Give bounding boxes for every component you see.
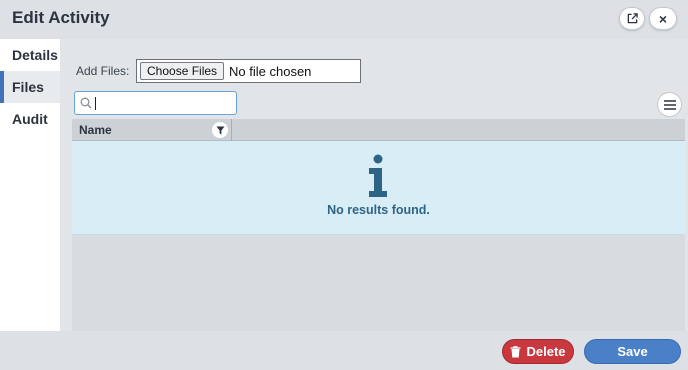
delete-label: Delete [526,344,566,359]
dialog-title: Edit Activity [12,8,110,27]
tab-label: Details [12,47,58,63]
popout-button[interactable] [619,7,645,30]
file-input[interactable]: Choose Files No file chosen [136,59,361,83]
hamburger-menu-icon [663,99,676,110]
filter-icon [215,125,225,135]
grid-menu-button[interactable] [657,92,682,117]
close-icon: × [658,10,668,27]
add-files-label: Add Files: [76,64,130,78]
search-icon [80,97,92,109]
empty-state: No results found. [72,141,685,235]
choose-files-button[interactable]: Choose Files [140,62,225,80]
tab-files[interactable]: Files [0,71,60,103]
grid-body [72,235,685,331]
no-file-text: No file chosen [229,63,312,79]
empty-message: No results found. [327,203,430,217]
side-tabs: Details Files Audit [0,39,60,135]
tab-details[interactable]: Details [0,39,60,71]
external-link-icon [627,13,638,24]
column-filter-button[interactable] [212,122,228,138]
column-header-name[interactable]: Name [79,123,112,137]
trash-icon [510,345,521,358]
save-button[interactable]: Save [584,339,681,364]
search-input[interactable] [74,91,237,115]
grid-header: Name [72,119,685,141]
text-caret [95,96,96,110]
column-divider[interactable] [231,119,232,141]
close-button[interactable]: × [649,7,677,30]
tab-label: Files [12,79,44,95]
save-label: Save [617,344,648,359]
delete-button[interactable]: Delete [502,339,574,364]
tab-label: Audit [12,111,48,127]
tabs-background [0,135,60,331]
tab-audit[interactable]: Audit [0,103,60,135]
info-icon [369,154,387,197]
